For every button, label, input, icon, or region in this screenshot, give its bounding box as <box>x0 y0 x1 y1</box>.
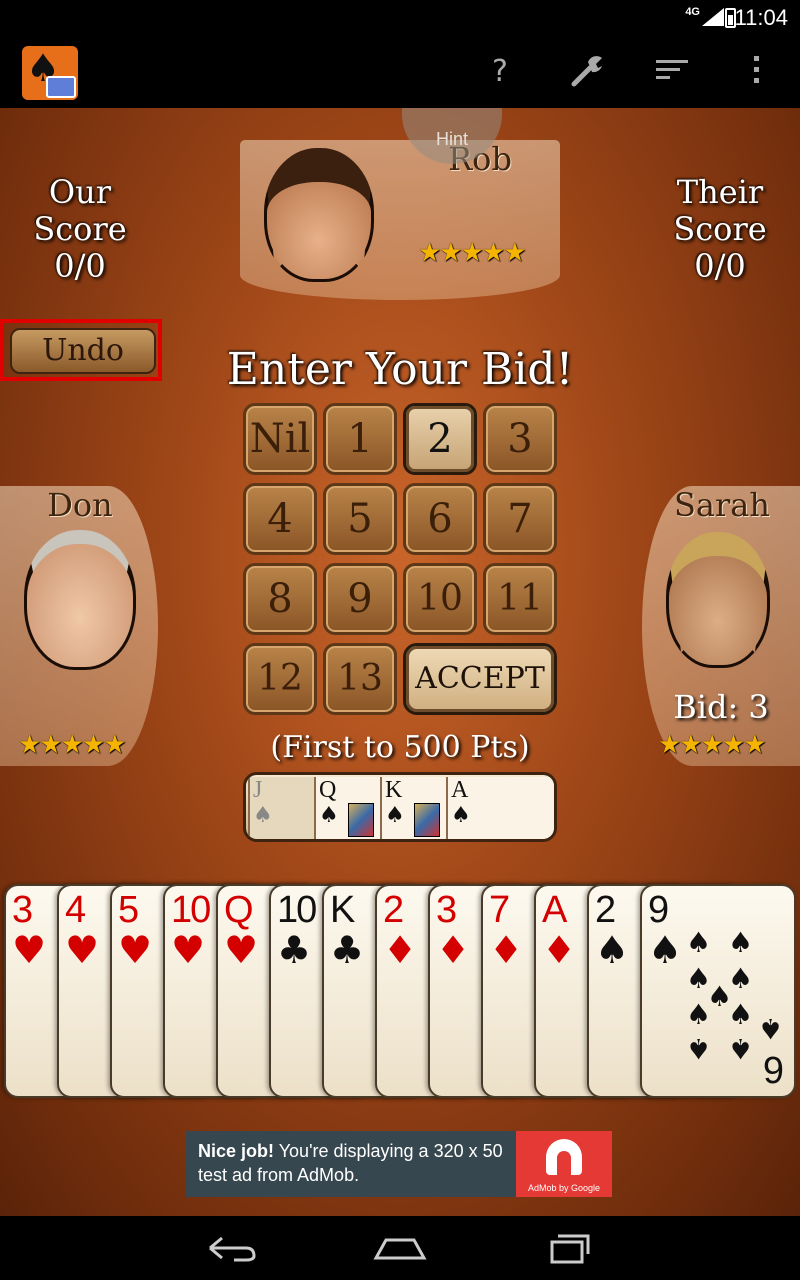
bid-option-5[interactable]: 5 <box>323 483 397 555</box>
wrench-icon[interactable] <box>566 50 610 94</box>
card-bottom-rank: 6 <box>762 1048 784 1090</box>
bid-option-12[interactable]: 12 <box>243 643 317 715</box>
bid-option-10[interactable]: 10 <box>403 563 477 635</box>
rating-stars-sarah: ★★★★★ <box>658 730 767 760</box>
our-score-label: Our <box>48 173 112 211</box>
bid-option-nil[interactable]: Nil <box>243 403 317 475</box>
trick-card: A ♠ <box>446 777 554 839</box>
undo-highlight: Undo <box>0 319 162 381</box>
navigation-bar <box>0 1216 800 1280</box>
signal-icon <box>702 8 724 26</box>
ad-banner[interactable]: Nice job! You're displaying a 320 x 50 t… <box>186 1131 612 1197</box>
bid-option-13[interactable]: 13 <box>323 643 397 715</box>
their-score: Their Score 0/0 <box>640 174 800 285</box>
ad-brand: AdMob by Google <box>527 1183 601 1193</box>
player-avatar-sarah <box>666 532 770 668</box>
recent-apps-icon[interactable] <box>530 1224 610 1272</box>
help-icon[interactable]: ? <box>478 50 522 94</box>
player-hand: 3 ♥ 4 ♥ 5 ♥ 10 ♥ Q ♥ 10 ♣ K ♣ 2 ♦ 3 ♦ 7 ♦ A ♦ 2 ♠ 9 ♠… <box>0 878 800 1108</box>
their-score-label-2: Score <box>673 210 767 248</box>
home-icon[interactable] <box>360 1224 440 1272</box>
bid-option-3[interactable]: 3 <box>483 403 557 475</box>
status-bar: 4G 11:04 <box>0 0 800 36</box>
rating-stars-don: ★★★★★ <box>18 730 127 760</box>
spade-pip-icon: ♠ <box>728 998 754 1031</box>
undo-button[interactable]: Undo <box>10 328 156 374</box>
bid-option-4[interactable]: 4 <box>243 483 317 555</box>
rating-stars-rob: ★★★★★ <box>418 238 527 268</box>
our-score-label-2: Score <box>33 210 127 248</box>
trick-card: J ♠ <box>248 777 314 839</box>
player-name-don: Don <box>47 486 113 524</box>
player-panel-top: Rob ★★★★★ <box>240 140 560 300</box>
hand-card[interactable]: 9 ♠ ♠ ♠ ♠ ♠ ♠ ♠ ♠ ♠ ♠ ♠ 6 <box>640 884 796 1098</box>
bid-option-9[interactable]: 9 <box>323 563 397 635</box>
spade-pip-icon: ♠ <box>686 926 712 959</box>
clock: 11:04 <box>734 5 788 30</box>
our-score-value: 0/0 <box>54 247 106 285</box>
spade-pip-icon: ♠ <box>728 1032 754 1065</box>
overflow-menu-icon[interactable] <box>734 50 778 94</box>
spade-pip-icon: ♠ <box>758 1012 784 1045</box>
game-board: Rob ★★★★★ Hint Our Score 0/0 Their Score… <box>0 108 800 1216</box>
spade-pip-icon: ♠ <box>728 926 754 959</box>
player-panel-left: Don ★★★★★ <box>0 486 158 766</box>
player-name-sarah: Sarah <box>674 486 770 524</box>
game-goal-text: (First to 500 Pts) <box>270 730 530 765</box>
their-score-label: Their <box>676 173 764 211</box>
action-bar: ♠ ? <box>0 36 800 108</box>
sort-icon[interactable] <box>650 50 694 94</box>
bid-option-6[interactable]: 6 <box>403 483 477 555</box>
bid-prompt-title: Enter Your Bid! <box>226 344 574 395</box>
their-score-value: 0/0 <box>694 247 746 285</box>
bid-option-1[interactable]: 1 <box>323 403 397 475</box>
accept-bid-button[interactable]: ACCEPT <box>403 643 557 715</box>
last-trick-tray: J ♠ Q ♠ K ♠ A ♠ <box>243 772 557 842</box>
bid-option-2[interactable]: 2 <box>403 403 477 475</box>
player-avatar-don <box>24 530 136 670</box>
back-icon[interactable] <box>190 1224 270 1272</box>
trick-card: Q ♠ <box>314 777 380 839</box>
spade-pip-icon: ♠ <box>686 1032 712 1065</box>
app-logo-icon[interactable]: ♠ <box>22 46 78 100</box>
spade-pip-icon: ♠ <box>686 998 712 1031</box>
admob-logo-icon: AdMob by Google <box>516 1131 612 1197</box>
bid-option-7[interactable]: 7 <box>483 483 557 555</box>
bid-option-8[interactable]: 8 <box>243 563 317 635</box>
player-bid-sarah: Bid: 3 <box>673 688 769 726</box>
ad-text: Nice job! You're displaying a 320 x 50 t… <box>198 1141 503 1185</box>
our-score: Our Score 0/0 <box>0 174 160 285</box>
player-avatar-rob <box>264 148 374 282</box>
network-type: 4G <box>685 6 700 18</box>
trick-card: K ♠ <box>380 777 446 839</box>
player-panel-right: Sarah Bid: 3 ★★★★★ <box>642 486 800 766</box>
bid-option-11[interactable]: 11 <box>483 563 557 635</box>
